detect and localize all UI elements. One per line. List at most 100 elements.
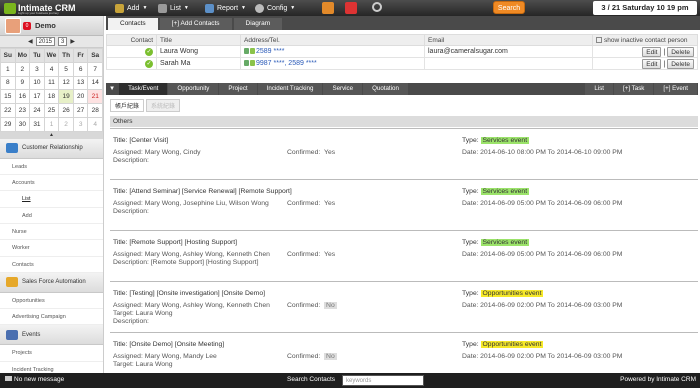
month-select[interactable]: 3 — [58, 37, 68, 46]
prev-month-icon[interactable]: ◀ — [28, 38, 33, 45]
table-row[interactable]: ✓ Sarah Ma 9987 ****, 2589 **** Edit | D… — [106, 57, 698, 70]
show-inactive-toggle[interactable]: show inactive contact person — [592, 34, 698, 46]
calendar-day[interactable]: 2 — [58, 116, 74, 132]
calendar-day[interactable]: 12 — [58, 75, 74, 91]
tab-incident-tracking[interactable]: Incident Tracking — [257, 83, 323, 95]
contact-email[interactable] — [424, 57, 593, 70]
menu-list[interactable]: List ▼ — [158, 0, 189, 16]
event-item[interactable]: Title: [Onsite Demo] [Onsite Meeting] Ty… — [110, 332, 698, 373]
nav-nurse[interactable]: Nurse — [0, 224, 103, 241]
tab-service[interactable]: Service — [323, 83, 363, 95]
menu-report[interactable]: Report ▼ — [205, 0, 246, 16]
notification-badge[interactable]: 0 — [23, 21, 31, 30]
contact-name[interactable]: Laura Wong — [156, 45, 241, 58]
section-sales-force-automation[interactable]: Sales Force Automation — [0, 272, 103, 293]
nav-worker[interactable]: Worker — [0, 240, 103, 257]
nav-leads[interactable]: Leads — [0, 159, 103, 176]
tab-add-contacts[interactable]: [+] Add Contacts — [159, 18, 232, 30]
delete-button[interactable]: Delete — [667, 46, 694, 57]
calendar-day[interactable]: 4 — [43, 61, 60, 77]
nav-contacts[interactable]: Contacts — [0, 257, 103, 273]
event-item[interactable]: Title: [Center Visit] Type: Services eve… — [110, 128, 698, 179]
calendar-day[interactable]: 18 — [43, 89, 60, 105]
calendar-day[interactable]: 13 — [72, 75, 89, 91]
tab-task-event[interactable]: Task/Event — [119, 83, 168, 95]
avatar[interactable] — [5, 17, 21, 34]
add-event-button[interactable]: [+] Event — [654, 83, 697, 95]
calendar-day[interactable]: 19 — [58, 89, 74, 105]
contact-name[interactable]: Sarah Ma — [156, 57, 241, 70]
nav-incident-tracking[interactable]: Incident Tracking — [0, 362, 103, 373]
menu-config[interactable]: Config ▼ — [255, 0, 295, 16]
calendar-day[interactable]: 17 — [29, 89, 45, 105]
tab-list[interactable]: List — [585, 83, 614, 95]
event-item[interactable]: Title: [Remote Support] [Hosting Support… — [110, 230, 698, 281]
calendar-day[interactable]: 3 — [72, 116, 89, 132]
nav-accounts-add[interactable]: Add — [0, 208, 103, 224]
next-month-icon[interactable]: ▶ — [70, 38, 75, 45]
subtab-account-records[interactable]: 帳戶紀錄 — [110, 99, 145, 112]
calendar-day[interactable]: 9 — [14, 75, 31, 91]
section-events[interactable]: Events — [0, 325, 103, 346]
calendar-day[interactable]: 15 — [0, 89, 16, 105]
calendar-day[interactable]: 14 — [87, 75, 103, 91]
edit-button[interactable]: Edit — [642, 58, 662, 69]
subtab-system-records[interactable]: 系統紀錄 — [146, 99, 181, 112]
logo[interactable]: Intimate CRM Light up your business jour… — [4, 1, 76, 15]
keywords-input[interactable]: keywords — [342, 375, 424, 386]
calendar-day[interactable]: 28 — [87, 103, 103, 118]
calendar-day[interactable]: 25 — [43, 103, 60, 118]
collapse-calendar-icon[interactable]: ▲ — [0, 131, 103, 139]
tab-project[interactable]: Project — [219, 83, 257, 95]
delete-button[interactable]: Delete — [667, 58, 694, 69]
calendar-day[interactable]: 1 — [43, 116, 60, 132]
calendar-day[interactable]: 5 — [58, 61, 74, 77]
calendar-day[interactable]: 20 — [72, 89, 89, 105]
calendar-day[interactable]: 10 — [29, 75, 45, 91]
calendar-day[interactable]: 2 — [14, 61, 31, 77]
add-task-button[interactable]: [+] Task — [614, 83, 654, 95]
checkbox-icon[interactable] — [596, 36, 602, 43]
calendar-day[interactable]: 3 — [29, 61, 45, 77]
calendar-day[interactable]: 26 — [58, 103, 74, 118]
calendar-day[interactable]: 4 — [87, 116, 103, 132]
event-item[interactable]: Title: [Testing] [Onsite investigation] … — [110, 281, 698, 332]
contact-tel[interactable]: 9987 ****, 2589 **** — [256, 60, 317, 67]
calendar-day[interactable]: 23 — [14, 103, 31, 118]
phone-icon[interactable] — [345, 2, 357, 14]
nav-accounts-list[interactable]: List — [0, 191, 103, 208]
calendar-day[interactable]: 29 — [0, 116, 16, 132]
tab-diagram[interactable]: Diagram — [233, 18, 283, 30]
calendar-day[interactable]: 16 — [14, 89, 31, 105]
section-customer-relationship[interactable]: Customer Relationship — [0, 138, 103, 159]
tab-quotation[interactable]: Quotation — [363, 83, 408, 95]
calendar-day[interactable]: 6 — [72, 61, 89, 77]
year-select[interactable]: 2015 — [35, 37, 55, 46]
table-row[interactable]: ✓ Laura Wong 2589 **** laura@cameralsuga… — [106, 45, 698, 58]
calendar-day[interactable]: 27 — [72, 103, 89, 118]
calendar-day[interactable]: 7 — [87, 61, 103, 77]
edit-button[interactable]: Edit — [642, 46, 662, 57]
nav-accounts[interactable]: Accounts — [0, 175, 103, 192]
calendar-day[interactable]: 24 — [29, 103, 45, 118]
calendar-day[interactable]: 8 — [0, 75, 16, 91]
new-message-text[interactable]: No new message — [5, 376, 64, 383]
nav-advertising-campaign[interactable]: Advertising Campaign — [0, 309, 103, 326]
nav-projects[interactable]: Projects — [0, 345, 103, 362]
search-icon[interactable] — [372, 2, 382, 12]
nav-opportunities[interactable]: Opportunities — [0, 293, 103, 310]
calendar-day[interactable]: 30 — [14, 116, 31, 132]
menu-add[interactable]: Add ▼ — [115, 0, 147, 16]
event-item[interactable]: Title: [Attend Seminar] [Service Renewal… — [110, 179, 698, 230]
calendar-day[interactable]: 1 — [0, 61, 16, 77]
search-button[interactable]: Search — [493, 1, 525, 14]
calendar-day-today[interactable]: 21 — [87, 89, 103, 105]
calendar-day[interactable]: 11 — [43, 75, 60, 91]
tab-contacts[interactable]: Contacts — [108, 18, 158, 30]
user-icon[interactable] — [322, 2, 334, 14]
collapse-arrow-icon[interactable]: ▼ — [106, 83, 119, 95]
calendar-day[interactable]: 31 — [29, 116, 45, 132]
contact-email[interactable]: laura@cameralsugar.com — [424, 45, 593, 58]
calendar-day[interactable]: 22 — [0, 103, 16, 118]
tab-opportunity[interactable]: Opportunity — [168, 83, 219, 95]
